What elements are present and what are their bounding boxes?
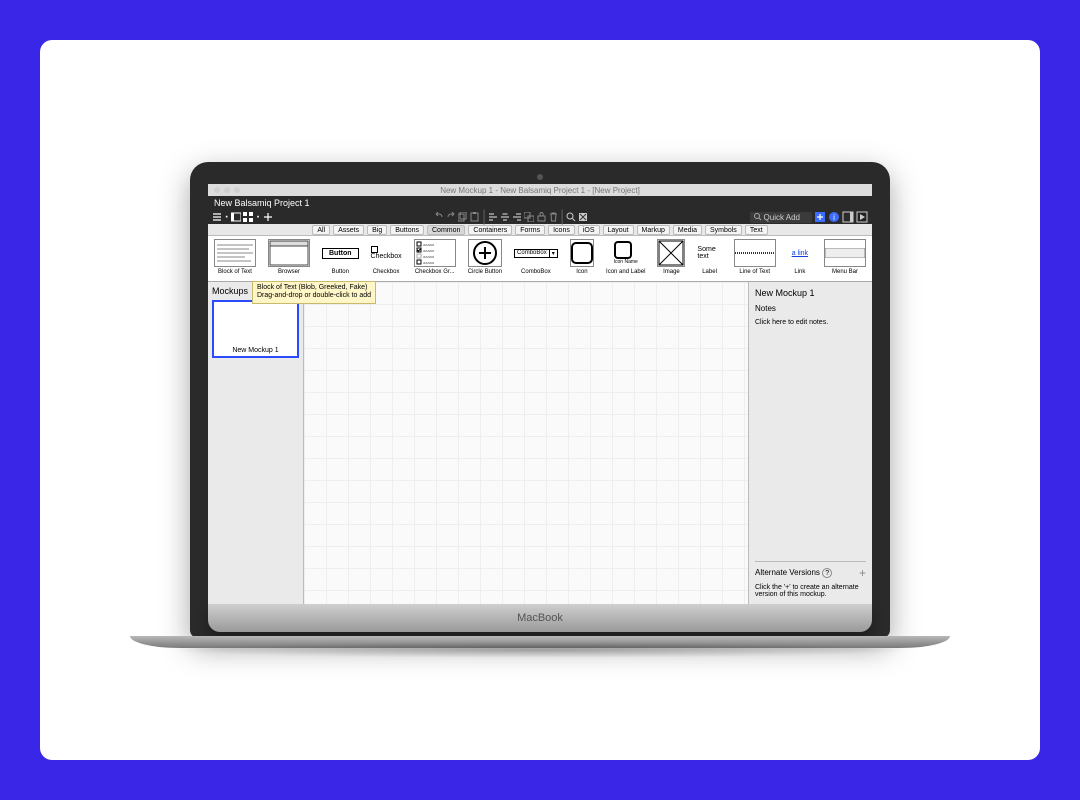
laptop-shadow (160, 642, 920, 658)
quick-add-expand-icon[interactable] (814, 211, 826, 223)
category-tab-forms[interactable]: Forms (515, 225, 545, 235)
category-tab-all[interactable]: All (312, 225, 330, 235)
library-item-label[interactable]: Some textLabel (697, 239, 721, 281)
mac-titlebar: New Mockup 1 - New Balsamiq Project 1 - … (208, 184, 872, 196)
notes-label: Notes (755, 304, 866, 313)
library-item-label: ComboBox (521, 269, 551, 275)
align-left-icon[interactable] (488, 212, 498, 222)
quick-add-input[interactable]: Quick Add (750, 212, 812, 223)
library-item-label: Checkbox (373, 269, 400, 275)
grid-view-icon[interactable] (243, 212, 253, 222)
macbook-label: MacBook (517, 612, 563, 624)
copy-icon[interactable] (458, 212, 468, 222)
inspector-panel: New Mockup 1 Notes Click here to edit no… (748, 282, 872, 604)
library-item-image[interactable]: Image (657, 239, 685, 281)
hamburger-menu-icon[interactable] (212, 212, 222, 222)
lock-icon[interactable] (536, 212, 546, 222)
laptop-base: MacBook (208, 604, 872, 632)
window-title: New Mockup 1 - New Balsamiq Project 1 - … (440, 186, 640, 195)
category-tabs: AllAssetsBigButtonsCommonContainersForms… (208, 224, 872, 236)
mockups-sidebar: Mockups New Mockup 1 (208, 282, 304, 604)
category-tab-big[interactable]: Big (367, 225, 387, 235)
add-mockup-icon[interactable] (263, 212, 273, 222)
svg-text:aaaaa: aaaaa (423, 248, 435, 253)
quick-add-placeholder: Quick Add (764, 213, 800, 222)
category-tab-text[interactable]: Text (745, 225, 768, 235)
canvas[interactable]: Block of Text (Blob, Greeked, Fake) Drag… (304, 282, 748, 604)
zoom-window-icon[interactable] (234, 187, 240, 193)
align-center-icon[interactable] (500, 212, 510, 222)
group-icon[interactable] (524, 212, 534, 222)
svg-text:aaaaa: aaaaa (423, 242, 435, 247)
library-item-label: Block of Text (218, 269, 252, 275)
close-window-icon[interactable] (214, 187, 220, 193)
library-item-checkbox-gr-[interactable]: aaaaaaaaaaaaaaaaaaaaCheckbox Gr... (414, 239, 456, 281)
trash-icon[interactable] (548, 212, 558, 222)
category-tab-media[interactable]: Media (673, 225, 702, 235)
library-item-label: Checkbox Gr... (415, 269, 455, 275)
alt-help-text: Click the '+' to create an alternate ver… (755, 584, 866, 598)
project-title: New Balsamiq Project 1 (214, 198, 310, 208)
library-item-label: Image (663, 269, 680, 275)
redo-icon[interactable] (446, 212, 456, 222)
mockup-thumbnail-label: New Mockup 1 (232, 347, 278, 354)
category-tab-assets[interactable]: Assets (333, 225, 364, 235)
library-item-label: Label (702, 269, 717, 275)
minimize-window-icon[interactable] (224, 187, 230, 193)
svg-text:aaaaa: aaaaa (423, 260, 435, 265)
library-item-browser[interactable]: Browser (268, 239, 310, 281)
main-toolbar: · · | (208, 210, 872, 224)
library-item-button[interactable]: ButtonButton (322, 239, 359, 281)
fullscreen-present-icon[interactable] (856, 211, 868, 223)
library-item-line-of-text[interactable]: Line of Text (734, 239, 776, 281)
panel-toggle-right-icon[interactable] (842, 211, 854, 223)
panel-toggle-left-icon[interactable] (231, 212, 241, 222)
align-right-icon[interactable] (512, 212, 522, 222)
library-item-checkbox[interactable]: CheckboxCheckbox (371, 239, 402, 281)
info-icon[interactable]: i (828, 211, 840, 223)
zoom-icon[interactable] (566, 212, 576, 222)
mockup-thumbnail[interactable]: New Mockup 1 (212, 300, 299, 358)
category-tab-markup[interactable]: Markup (637, 225, 670, 235)
library-item-combobox[interactable]: ComboBox▾ComboBox (514, 239, 558, 281)
library-item-label: Link (794, 269, 805, 275)
library-item-label: Circle Button (468, 269, 502, 275)
category-tab-buttons[interactable]: Buttons (390, 225, 424, 235)
add-alternate-button[interactable]: + (859, 566, 866, 580)
library-item-circle-button[interactable]: Circle Button (468, 239, 502, 281)
category-tab-layout[interactable]: Layout (603, 225, 634, 235)
notes-area[interactable]: Click here to edit notes. (755, 319, 866, 561)
help-icon[interactable]: ? (822, 568, 832, 578)
category-tab-ios[interactable]: iOS (578, 225, 600, 235)
category-tab-symbols[interactable]: Symbols (705, 225, 742, 235)
library-tooltip: Block of Text (Blob, Greeked, Fake) Drag… (252, 281, 376, 304)
library-item-block-of-text[interactable]: Block of Text (214, 239, 256, 281)
svg-text:i: i (833, 213, 835, 222)
library-item-link[interactable]: a linkLink (788, 239, 812, 281)
alt-versions-heading: Alternate Versions (755, 568, 820, 577)
paste-icon[interactable] (470, 212, 480, 222)
ui-library: Block of Text Browser ButtonButton Checkbox… (208, 236, 872, 282)
inspector-mockup-name: New Mockup 1 (755, 288, 866, 298)
library-item-icon-and-label[interactable]: Icon NameIcon and Label (606, 239, 645, 281)
category-tab-common[interactable]: Common (427, 225, 465, 235)
library-item-label: Icon and Label (606, 269, 645, 275)
undo-icon[interactable] (434, 212, 444, 222)
svg-text:aaaaa: aaaaa (423, 254, 435, 259)
library-item-label: Icon (576, 269, 587, 275)
library-item-label: Menu Bar (832, 269, 858, 275)
library-item-icon[interactable]: Icon (570, 239, 594, 281)
category-tab-containers[interactable]: Containers (468, 225, 512, 235)
library-item-label: Button (332, 269, 349, 275)
laptop-camera (537, 174, 543, 180)
library-item-label: Line of Text (739, 269, 770, 275)
category-tab-icons[interactable]: Icons (548, 225, 575, 235)
library-item-label: Browser (278, 269, 300, 275)
app-screen: New Mockup 1 - New Balsamiq Project 1 - … (208, 184, 872, 604)
markup-toggle-icon[interactable] (578, 212, 588, 222)
library-item-menu-bar[interactable]: Menu Bar (824, 239, 866, 281)
